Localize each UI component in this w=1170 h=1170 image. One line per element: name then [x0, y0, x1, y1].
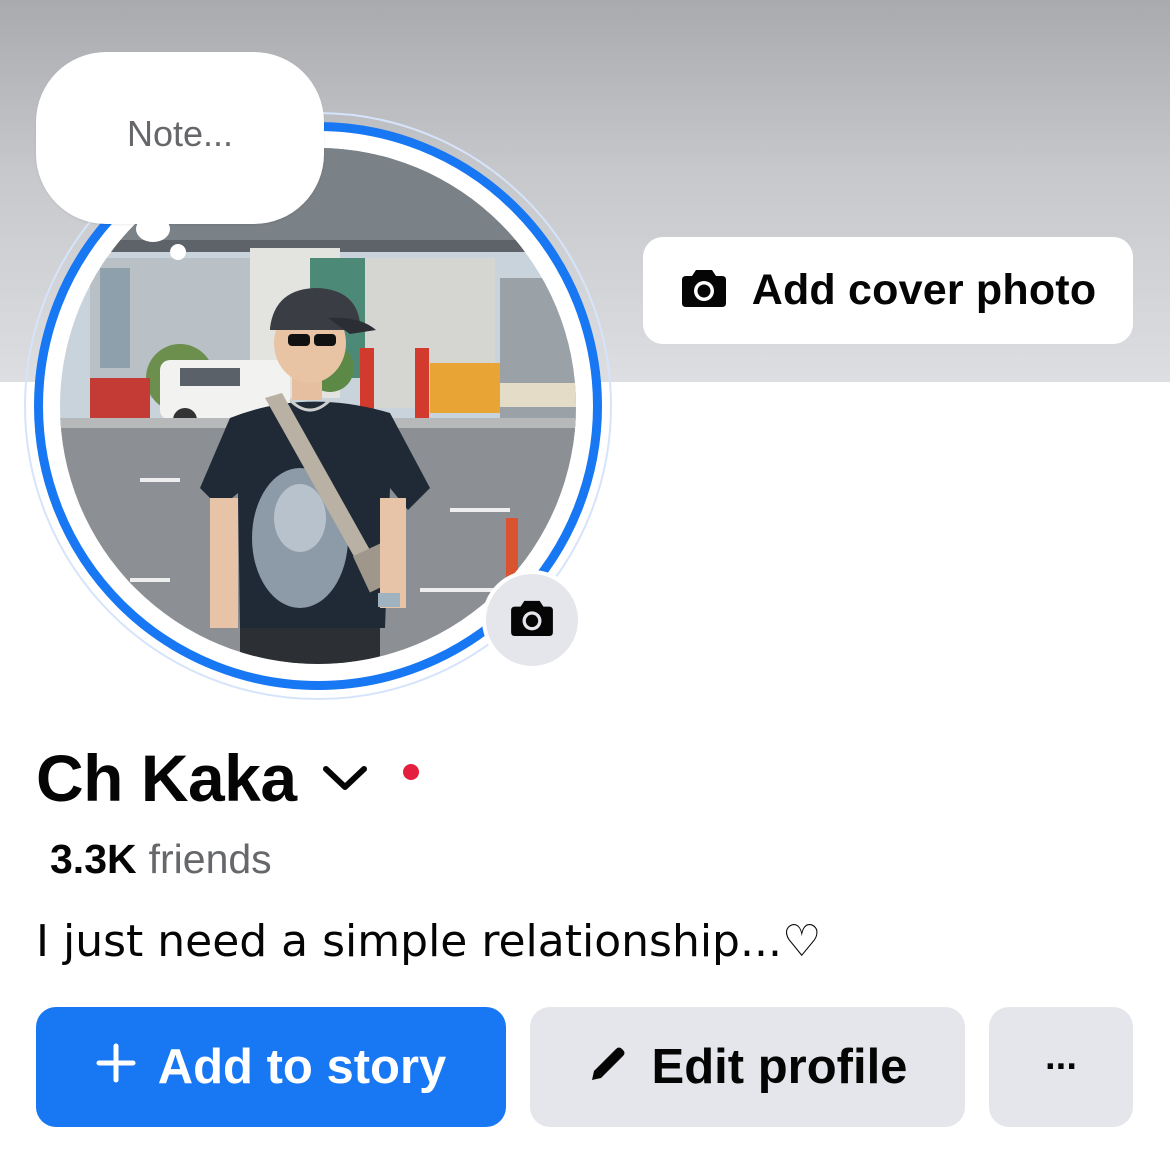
chevron-down-icon[interactable] [321, 763, 369, 793]
more-dots-icon: ··· [1045, 1045, 1079, 1088]
profile-bio: I just need a simple relationship...♡ [36, 916, 822, 967]
friends-count-value: 3.3K [50, 836, 137, 882]
edit-profile-label: Edit profile [651, 1040, 908, 1094]
note-placeholder: Note... [126, 113, 234, 154]
profile-name-row: Ch Kaka [36, 738, 419, 818]
status-dot [402, 764, 419, 780]
change-profile-picture-button[interactable] [482, 570, 582, 670]
note-bubble-tail [136, 216, 170, 242]
plus-icon [96, 1039, 136, 1095]
friends-label: friends [148, 836, 272, 882]
pencil-icon [588, 1039, 630, 1095]
add-cover-photo-label: Add cover photo [751, 266, 1097, 314]
more-options-button[interactable]: ··· [989, 1007, 1133, 1127]
profile-name[interactable]: Ch Kaka [36, 740, 297, 816]
camera-icon [509, 599, 555, 642]
add-cover-photo-button[interactable]: Add cover photo [643, 237, 1133, 344]
friends-count[interactable]: 3.3K friends [50, 836, 272, 883]
add-to-story-label: Add to story [157, 1040, 447, 1094]
note-bubble[interactable]: Note... [36, 52, 324, 224]
add-to-story-button[interactable]: Add to story [36, 1007, 506, 1127]
camera-icon [680, 268, 728, 313]
note-bubble-tail-dot [170, 244, 186, 260]
edit-profile-button[interactable]: Edit profile [530, 1007, 965, 1127]
